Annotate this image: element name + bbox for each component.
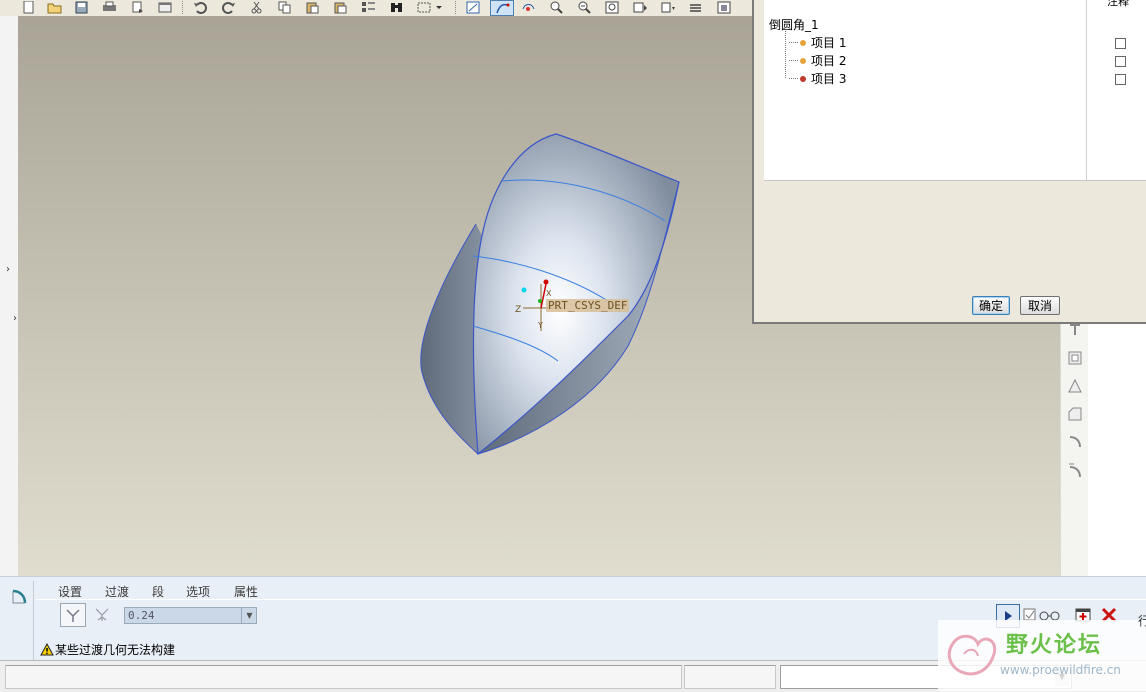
ok-button[interactable]: 确定 xyxy=(972,296,1010,315)
tree-item-label: 项目 2 xyxy=(811,54,847,68)
datum-curve-icon[interactable] xyxy=(490,0,514,16)
radius-dropdown-icon[interactable]: ▼ xyxy=(241,607,257,624)
draft-icon[interactable] xyxy=(1067,378,1083,394)
tab-settings[interactable]: 设置 xyxy=(58,583,82,600)
watermark-title: 野火论坛 xyxy=(1006,633,1103,658)
round-set-tree[interactable]: 倒圆角_1 项目 1 项目 2 项目 3 xyxy=(764,0,1087,180)
tab-options[interactable]: 选项 xyxy=(186,583,210,600)
warning-message: 某些过渡几何无法构建 xyxy=(40,641,175,658)
watermark-logo-icon xyxy=(947,634,997,676)
auto-round-icon[interactable] xyxy=(1067,462,1083,478)
notes-header: 注释 xyxy=(1107,0,1129,8)
redo-icon[interactable] xyxy=(218,0,238,15)
refit-icon[interactable] xyxy=(602,0,622,15)
tree-connector xyxy=(785,31,787,78)
edge-text: 行 xyxy=(1138,614,1146,628)
axis-y-label: Y xyxy=(538,321,543,330)
regenerate-icon[interactable] xyxy=(358,0,378,15)
chamfer-icon[interactable] xyxy=(1067,406,1083,422)
print-icon[interactable] xyxy=(99,0,119,15)
zoom-out-icon[interactable] xyxy=(574,0,594,15)
tab-divider xyxy=(36,599,1146,600)
close-window-icon[interactable] xyxy=(155,0,175,15)
shell-icon[interactable] xyxy=(1067,350,1083,366)
expand-arrow-icon[interactable]: › xyxy=(6,264,10,275)
layers-icon[interactable] xyxy=(686,0,706,15)
view-manager-icon[interactable] xyxy=(714,0,734,15)
note-checkbox-3[interactable] xyxy=(1115,74,1126,85)
dialog-detail-area xyxy=(764,180,1146,293)
main-toolbar xyxy=(0,0,752,17)
toolbar-separator xyxy=(455,1,457,14)
message-area xyxy=(5,665,682,689)
rib-icon[interactable] xyxy=(1067,322,1083,338)
note-checkbox-2[interactable] xyxy=(1115,56,1126,67)
open-folder-icon[interactable] xyxy=(44,0,64,15)
right-panel-edge xyxy=(1088,320,1146,576)
send-mail-icon[interactable] xyxy=(127,0,147,15)
save-icon[interactable] xyxy=(71,0,91,15)
note-checkbox-1[interactable] xyxy=(1115,38,1126,49)
copy-icon[interactable] xyxy=(274,0,294,15)
spin-center-icon[interactable] xyxy=(518,0,538,15)
set-mode-icon xyxy=(66,609,80,622)
transition-mode-icon xyxy=(95,608,109,621)
watermark-url: www.proewildfire.cn xyxy=(1000,663,1121,677)
tree-root-round[interactable]: 倒圆角_1 xyxy=(769,16,819,33)
navigator-collapse-strip: › › xyxy=(0,16,19,576)
round-tool-icon xyxy=(12,589,27,604)
round-sets-dialog: 倒圆角_1 项目 1 项目 2 项目 3 注释 确定 取消 xyxy=(752,0,1146,324)
status-dot-icon xyxy=(800,75,806,82)
expand-arrow-icon[interactable]: › xyxy=(13,313,17,324)
tree-item-3[interactable]: 项目 3 xyxy=(789,70,846,87)
undo-icon[interactable] xyxy=(190,0,210,15)
set-mode-button[interactable] xyxy=(60,603,86,627)
axis-z-label: Z xyxy=(515,305,522,315)
warning-icon xyxy=(40,643,54,656)
warning-text: 某些过渡几何无法构建 xyxy=(55,643,176,657)
select-box-icon[interactable] xyxy=(414,0,448,15)
round-icon[interactable] xyxy=(1067,434,1083,450)
reorient-icon[interactable] xyxy=(630,0,650,15)
cut-icon[interactable] xyxy=(246,0,266,15)
dashboard-feature-column xyxy=(5,581,34,661)
feature-toolbar xyxy=(1060,320,1089,576)
paste-special-icon[interactable] xyxy=(330,0,350,15)
cancel-button[interactable]: 取消 xyxy=(1020,296,1060,315)
zoom-in-icon[interactable] xyxy=(546,0,566,15)
status-dot-icon xyxy=(800,57,806,64)
csys-label: PRT_CSYS_DEF xyxy=(546,299,630,312)
tab-properties[interactable]: 属性 xyxy=(234,583,258,600)
tab-transitions[interactable]: 过渡 xyxy=(105,583,129,600)
notes-column: 注释 xyxy=(1086,0,1146,180)
tree-item-label: 项目 3 xyxy=(811,72,847,86)
tree-item-2[interactable]: 项目 2 xyxy=(789,52,846,69)
axis-x-label: X xyxy=(546,289,552,298)
status-cell xyxy=(684,665,776,689)
tree-item-label: 项目 1 xyxy=(811,36,847,50)
sketch-plane-icon[interactable] xyxy=(463,0,483,15)
transition-mode-button[interactable] xyxy=(90,603,114,625)
status-dot-icon xyxy=(800,39,806,46)
find-icon[interactable] xyxy=(386,0,406,15)
radius-input[interactable]: 0.24 xyxy=(124,607,257,624)
new-file-icon[interactable] xyxy=(18,0,38,15)
saved-views-icon[interactable] xyxy=(658,0,678,15)
toolbar-separator xyxy=(182,1,184,14)
tree-item-1[interactable]: 项目 1 xyxy=(789,34,846,51)
tab-pieces[interactable]: 段 xyxy=(152,583,164,600)
paste-icon[interactable] xyxy=(302,0,322,15)
